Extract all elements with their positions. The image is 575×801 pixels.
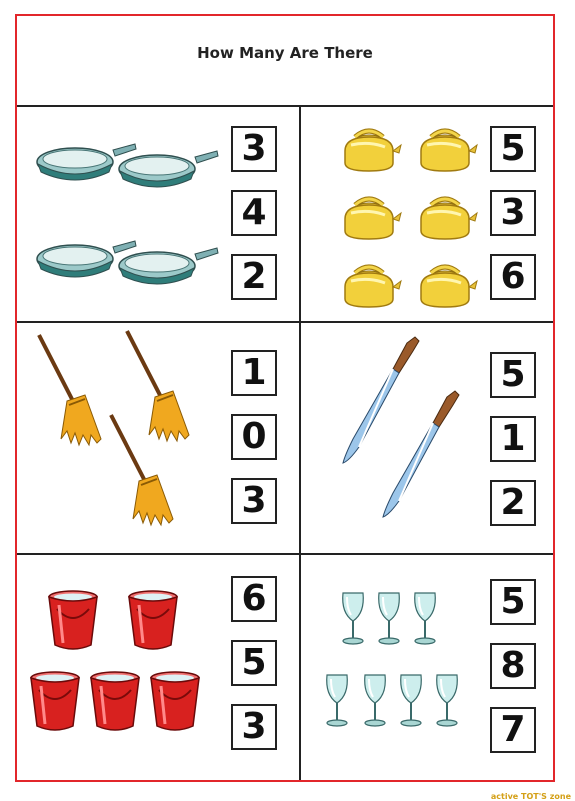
number-option-3[interactable]: 3 — [231, 126, 277, 172]
bucket-icon — [89, 670, 141, 732]
wine-glass-icon — [341, 592, 365, 645]
kettle-icon — [345, 267, 401, 307]
panel-buckets: 6 5 3 — [17, 555, 299, 780]
worksheet-frame: How Many Are There 3 4 2 5 3 6 1 0 3 5 1… — [15, 14, 555, 782]
number-option-5[interactable]: 5 — [490, 579, 536, 625]
wine-glass-icon — [435, 674, 459, 727]
knife-icon — [382, 390, 460, 518]
number-option-6[interactable]: 6 — [490, 254, 536, 300]
wine-glass-icon — [413, 592, 437, 645]
knife-icon — [342, 336, 420, 464]
kettle-icon — [345, 199, 401, 239]
number-option-3[interactable]: 3 — [231, 704, 277, 750]
frying-pan-icon — [118, 150, 219, 188]
number-option-8[interactable]: 8 — [490, 643, 536, 689]
title-bar: How Many Are There — [17, 16, 553, 107]
counting-grid: 3 4 2 5 3 6 1 0 3 5 1 2 6 5 3 5 8 7 — [17, 107, 553, 780]
number-option-5[interactable]: 5 — [231, 640, 277, 686]
panel-frying-pans: 3 4 2 — [17, 107, 299, 321]
kettle-icon — [421, 131, 477, 171]
panel-wine-glasses: 5 8 7 — [301, 555, 553, 780]
page-title: How Many Are There — [197, 43, 373, 62]
number-option-3[interactable]: 3 — [490, 190, 536, 236]
number-option-2[interactable]: 2 — [231, 254, 277, 300]
panel-knives: 5 1 2 — [301, 323, 553, 553]
bucket-icon — [29, 670, 81, 732]
kettle-icon — [421, 199, 477, 239]
wine-glass-icon — [325, 674, 349, 727]
frying-pan-icon — [118, 247, 219, 285]
broom-icon — [125, 329, 191, 443]
wine-glass-icon — [377, 592, 401, 645]
number-option-0[interactable]: 0 — [231, 414, 277, 460]
number-option-6[interactable]: 6 — [231, 576, 277, 622]
kettle-icon — [345, 131, 401, 171]
panel-brooms: 1 0 3 — [17, 323, 299, 553]
broom-icon — [37, 333, 103, 447]
bucket-icon — [127, 589, 179, 651]
number-option-7[interactable]: 7 — [490, 707, 536, 753]
number-option-5[interactable]: 5 — [490, 126, 536, 172]
publisher-logo: active TOT'S zone — [490, 792, 571, 801]
wine-glass-icon — [363, 674, 387, 727]
number-option-4[interactable]: 4 — [231, 190, 277, 236]
number-option-2[interactable]: 2 — [490, 480, 536, 526]
wine-glass-icon — [399, 674, 423, 727]
bucket-icon — [149, 670, 201, 732]
kettle-icon — [421, 267, 477, 307]
number-option-3[interactable]: 3 — [231, 478, 277, 524]
number-option-5[interactable]: 5 — [490, 352, 536, 398]
bucket-icon — [47, 589, 99, 651]
number-option-1[interactable]: 1 — [490, 416, 536, 462]
panel-kettles: 5 3 6 — [301, 107, 553, 321]
number-option-1[interactable]: 1 — [231, 350, 277, 396]
